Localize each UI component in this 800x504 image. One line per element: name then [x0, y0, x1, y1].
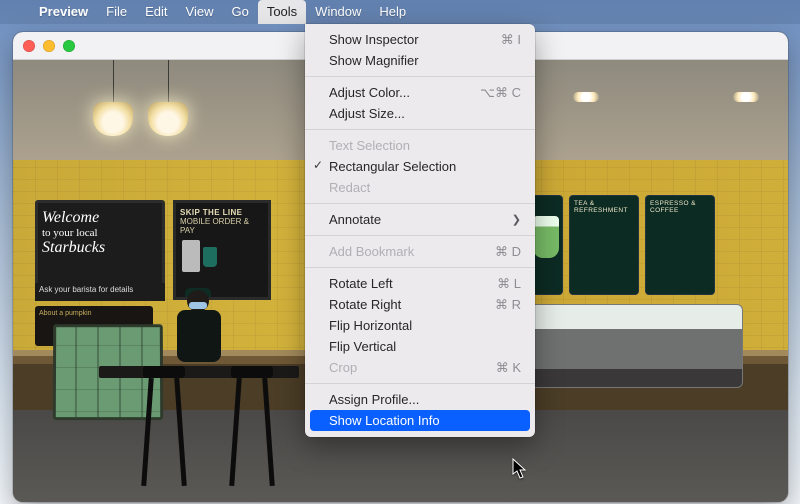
window-controls — [23, 40, 75, 52]
menu-item-text-selection: Text Selection — [305, 135, 535, 156]
menu-item-label: Show Location Info — [329, 413, 521, 428]
menu-tools[interactable]: Tools — [258, 0, 306, 24]
menu-app[interactable]: Preview — [30, 0, 97, 24]
menu-item-label: Assign Profile... — [329, 392, 521, 407]
menu-item-label: Annotate — [329, 212, 512, 227]
menu-item-redact: Redact — [305, 177, 535, 198]
menu-item-label: Rotate Left — [329, 276, 497, 291]
bar-stool — [231, 366, 273, 486]
bar-stool — [143, 366, 185, 486]
chevron-right-icon: ❯ — [512, 213, 521, 226]
menu-board: ESPRESSO & COFFEE — [645, 195, 715, 295]
menu-separator — [305, 129, 535, 130]
menu-edit[interactable]: Edit — [136, 0, 176, 24]
menu-separator — [305, 235, 535, 236]
menu-separator — [305, 76, 535, 77]
menu-item-shortcut: ⌘ I — [501, 32, 521, 48]
menu-item-add-bookmark: Add Bookmark⌘ D — [305, 241, 535, 262]
menu-help[interactable]: Help — [370, 0, 415, 24]
menu-item-label: Rotate Right — [329, 297, 495, 312]
menu-item-label: Adjust Color... — [329, 85, 480, 100]
menu-item-show-location-info[interactable]: Show Location Info — [310, 410, 530, 431]
menu-item-assign-profile[interactable]: Assign Profile... — [305, 389, 535, 410]
menu-view[interactable]: View — [177, 0, 223, 24]
menu-item-label: Text Selection — [329, 138, 521, 153]
menu-go[interactable]: Go — [222, 0, 257, 24]
menu-item-show-inspector[interactable]: Show Inspector⌘ I — [305, 29, 535, 50]
menu-board: TEA & REFRESHMENT — [569, 195, 639, 295]
menu-item-label: Redact — [329, 180, 521, 195]
menu-item-annotate[interactable]: Annotate❯ — [305, 209, 535, 230]
menu-item-adjust-size[interactable]: Adjust Size... — [305, 103, 535, 124]
menu-item-label: Adjust Size... — [329, 106, 521, 121]
menu-file[interactable]: File — [97, 0, 136, 24]
menu-bar: Preview File Edit View Go Tools Window H… — [0, 0, 800, 24]
menu-item-label: Add Bookmark — [329, 244, 495, 259]
menu-item-rotate-right[interactable]: Rotate Right⌘ R — [305, 294, 535, 315]
menu-item-show-magnifier[interactable]: Show Magnifier — [305, 50, 535, 71]
pastry-case — [523, 304, 743, 388]
tools-menu-dropdown: Show Inspector⌘ I Show Magnifier Adjust Co… — [305, 24, 535, 437]
menu-item-label: Flip Vertical — [329, 339, 521, 354]
menu-item-rectangular-selection[interactable]: Rectangular Selection — [305, 156, 535, 177]
menu-item-label: Show Magnifier — [329, 53, 521, 68]
menu-item-rotate-left[interactable]: Rotate Left⌘ L — [305, 273, 535, 294]
menu-separator — [305, 203, 535, 204]
menu-item-label: Show Inspector — [329, 32, 501, 47]
menu-item-flip-horizontal[interactable]: Flip Horizontal — [305, 315, 535, 336]
menu-window[interactable]: Window — [306, 0, 370, 24]
menu-item-shortcut: ⌘ R — [495, 297, 521, 313]
menu-item-adjust-color[interactable]: Adjust Color...⌥⌘ C — [305, 82, 535, 103]
zoom-button[interactable] — [63, 40, 75, 52]
menu-item-flip-vertical[interactable]: Flip Vertical — [305, 336, 535, 357]
menu-item-label: Flip Horizontal — [329, 318, 521, 333]
barista-figure — [171, 290, 227, 370]
menu-item-crop: Crop⌘ K — [305, 357, 535, 378]
promo-sign: SKIP THE LINE MOBILE ORDER & PAY — [173, 200, 271, 300]
menu-item-label: Crop — [329, 360, 496, 375]
menu-item-shortcut: ⌥⌘ C — [480, 85, 521, 101]
close-button[interactable] — [23, 40, 35, 52]
menu-item-shortcut: ⌘ K — [496, 360, 521, 376]
chalkboard-sign: Welcome to your local Starbucks Ask your… — [35, 200, 165, 286]
menu-separator — [305, 383, 535, 384]
menu-separator — [305, 267, 535, 268]
menu-item-shortcut: ⌘ L — [497, 276, 521, 292]
drink-photo — [533, 216, 559, 258]
menu-item-shortcut: ⌘ D — [495, 244, 521, 260]
minimize-button[interactable] — [43, 40, 55, 52]
menu-item-label: Rectangular Selection — [329, 159, 521, 174]
